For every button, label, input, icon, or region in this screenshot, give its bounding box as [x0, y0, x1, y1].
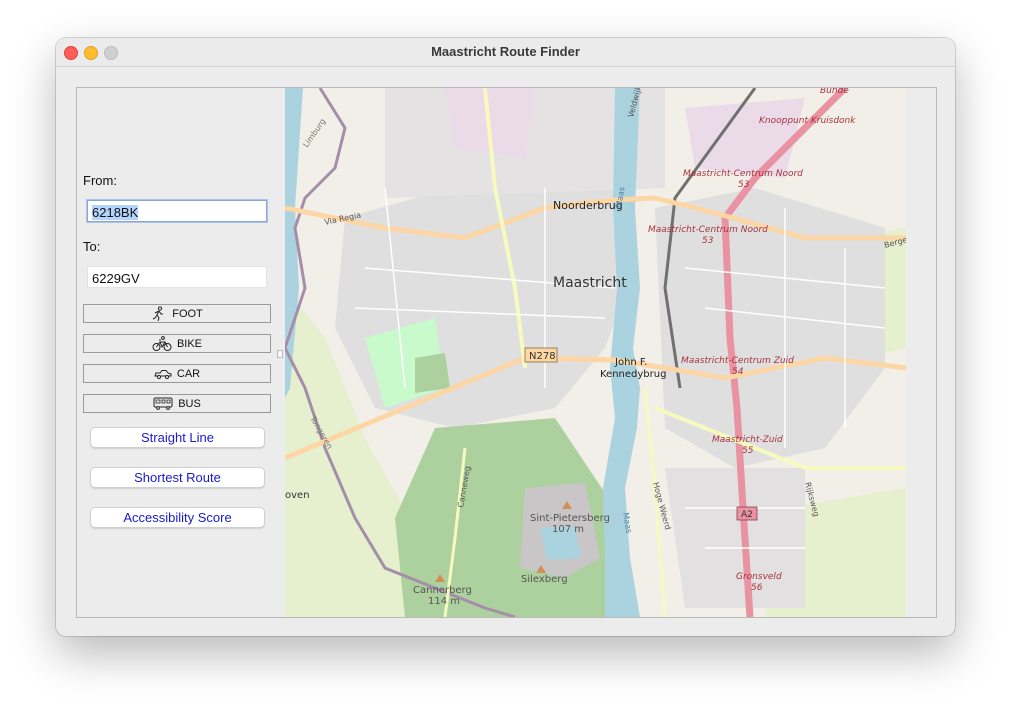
to-input[interactable]: 6229GV [87, 266, 267, 288]
window-title: Maastricht Route Finder [431, 44, 580, 59]
cannerberg-height: 114 m [428, 596, 460, 607]
title-bar: Maastricht Route Finder [56, 38, 955, 67]
car-mode-label: CAR [176, 367, 201, 380]
bicycle-icon [152, 335, 172, 351]
foot-mode-button[interactable]: FOOT [83, 304, 271, 323]
straight-line-button[interactable]: Straight Line [90, 427, 265, 448]
mcn-label-2: Maastricht-Centrum Noord [648, 225, 768, 235]
mcn-num-2: 53 [702, 236, 714, 246]
mcn-num-1: 53 [738, 180, 750, 190]
bus-mode-label: BUS [178, 397, 201, 410]
noorderbrug-label: Noorderbrug [553, 199, 623, 212]
splitter-handle[interactable] [277, 350, 283, 358]
car-mode-button[interactable]: CAR [83, 364, 271, 383]
a2-label: A2 [741, 510, 753, 520]
park-small [415, 353, 450, 393]
n278-label: N278 [529, 351, 556, 362]
from-input-value: 6218BK [92, 205, 139, 220]
bike-mode-button[interactable]: BIKE [83, 334, 271, 353]
sintpietersberg-label: Sint-Pietersberg [530, 513, 610, 524]
walking-person-icon [152, 305, 164, 321]
bunde-label: Bunde [820, 88, 849, 96]
bus-icon [153, 397, 173, 410]
gronsveld-num: 56 [751, 583, 763, 593]
from-input[interactable]: 6218BK [87, 200, 267, 222]
mcn-label-1: Maastricht-Centrum Noord [683, 169, 803, 179]
mcz-label: Maastricht-Centrum Zuid [681, 356, 794, 366]
to-input-value: 6229GV [92, 271, 140, 286]
map-canvas: Maastricht Noorderbrug John F. Kennedybr… [285, 88, 906, 617]
oven-label: oven [285, 490, 310, 501]
bus-mode-button[interactable]: BUS [83, 394, 271, 413]
cannerberg-label: Cannerberg [413, 585, 472, 596]
from-label: From: [83, 173, 117, 188]
kennedy-label-line1: John F. [614, 357, 647, 368]
foot-mode-label: FOOT [172, 307, 203, 320]
shortest-route-button[interactable]: Shortest Route [90, 467, 265, 488]
knooppunt-label: Knooppunt Kruisdonk [759, 116, 856, 126]
to-label: To: [83, 239, 101, 254]
accessibility-score-button[interactable]: Accessibility Score [90, 507, 265, 528]
industrial-northeast [685, 98, 805, 178]
city-label: Maastricht [553, 275, 627, 291]
mcz-num: 54 [732, 367, 744, 377]
app-window: Maastricht Route Finder From: 6218BK To:… [56, 38, 955, 636]
map-view[interactable]: Maastricht Noorderbrug John F. Kennedybr… [285, 88, 906, 617]
residential-southeast [665, 468, 805, 608]
gronsveld-label: Gronsveld [736, 572, 782, 582]
bike-mode-label: BIKE [176, 337, 203, 350]
car-icon [154, 369, 172, 379]
mz-num: 55 [742, 446, 754, 456]
sintpietersberg-height: 107 m [552, 524, 584, 535]
kennedy-label-line2: Kennedybrug [600, 369, 666, 380]
main-panel: From: 6218BK To: 6229GV FOOT BIKE CAR BU… [76, 87, 937, 618]
mz-label: Maastricht-Zuid [712, 435, 783, 445]
silexberg-label: Silexberg [521, 574, 568, 585]
